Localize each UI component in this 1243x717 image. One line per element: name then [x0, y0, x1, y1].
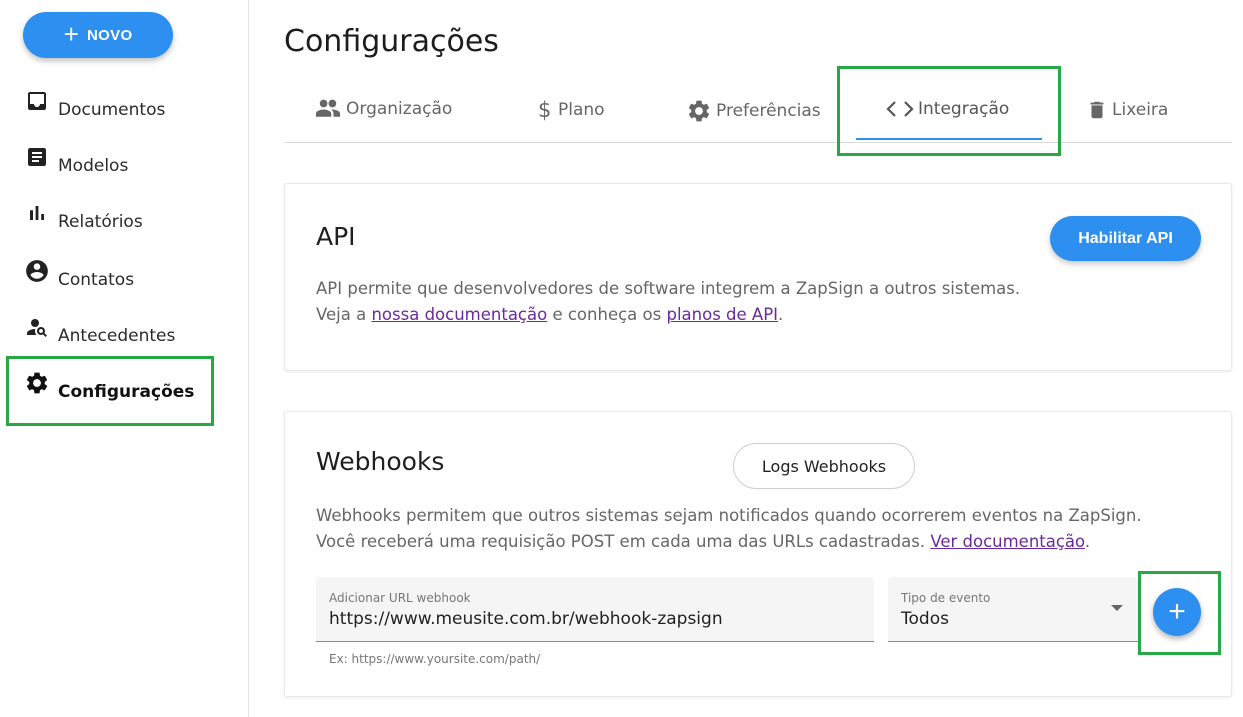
bar-chart-icon — [24, 200, 50, 226]
chevron-down-icon[interactable] — [1111, 605, 1123, 611]
tab-label: Plano — [558, 100, 605, 120]
sidebar-item-label: Modelos — [58, 156, 129, 176]
svg-text:$: $ — [538, 98, 551, 122]
event-type-label: Tipo de evento — [901, 591, 991, 605]
webhook-url-label: Adicionar URL webhook — [329, 591, 471, 605]
webhooks-card: Webhooks Logs Webhooks Webhooks permitem… — [284, 411, 1232, 697]
webhook-url-hint: Ex: https://www.yoursite.com/path/ — [329, 652, 541, 666]
webhooks-card-title: Webhooks — [316, 447, 445, 476]
enable-api-button[interactable]: Habilitar API — [1050, 216, 1201, 261]
settings-tabs: Organização $ Plano Preferências Integra… — [284, 88, 1232, 143]
sidebar-item-contatos[interactable]: Contatos — [24, 258, 134, 290]
sidebar-item-antecedentes[interactable]: Antecedentes — [24, 314, 175, 346]
webhooks-description-line2: Você receberá uma requisição POST em cad… — [316, 529, 1142, 555]
api-card: API Habilitar API API permite que desenv… — [284, 183, 1232, 371]
plus-icon: + — [63, 19, 80, 49]
api-card-title: API — [316, 222, 356, 251]
webhooks-description-text: . — [1084, 532, 1091, 551]
webhooks-description-text: Você receberá uma requisição POST em cad… — [316, 532, 931, 551]
event-type-select[interactable]: Tipo de evento Todos — [888, 577, 1138, 642]
dollar-icon: $ — [534, 98, 554, 122]
sidebar-item-label: Contatos — [58, 270, 135, 290]
api-description: API permite que desenvolvedores de softw… — [316, 276, 1020, 328]
inbox-icon — [24, 88, 50, 114]
sidebar-item-documentos[interactable]: Documentos — [24, 88, 165, 120]
gear-icon — [686, 98, 712, 124]
document-icon — [24, 144, 50, 170]
new-button-label: NOVO — [87, 26, 133, 44]
logs-webhooks-button[interactable]: Logs Webhooks — [733, 443, 915, 489]
tab-preferencias[interactable]: Preferências — [686, 98, 821, 124]
sidebar-item-label: Antecedentes — [58, 326, 176, 346]
sidebar-item-modelos[interactable]: Modelos — [24, 144, 128, 176]
people-icon — [314, 98, 342, 120]
webhook-url-field[interactable]: Adicionar URL webhook https://www.meusit… — [316, 577, 874, 642]
api-description-text: e conheça os — [547, 305, 667, 324]
tab-lixeira[interactable]: Lixeira — [1086, 98, 1168, 122]
tab-label: Lixeira — [1112, 100, 1169, 120]
webhooks-description: Webhooks permitem que outros sistemas se… — [316, 503, 1142, 555]
api-plans-link[interactable]: planos de API — [666, 305, 778, 324]
api-description-text: Veja a — [316, 305, 372, 324]
person-search-icon — [24, 314, 50, 340]
api-description-line1: API permite que desenvolvedores de softw… — [316, 279, 1021, 298]
api-description-text: . — [778, 305, 784, 324]
page-title: Configurações — [284, 24, 499, 59]
event-type-value: Todos — [901, 609, 949, 629]
highlight-box-tab — [837, 66, 1061, 156]
sidebar-item-label: Documentos — [58, 100, 166, 120]
api-description-line2: Veja a nossa documentação e conheça os p… — [316, 302, 1020, 328]
sidebar-item-relatorios[interactable]: Relatórios — [24, 200, 143, 232]
tab-label: Organização — [346, 99, 453, 119]
trash-icon — [1086, 98, 1108, 122]
sidebar-item-label: Relatórios — [58, 212, 143, 232]
tab-label: Preferências — [716, 101, 821, 121]
tab-plano[interactable]: $ Plano — [534, 98, 605, 122]
new-button[interactable]: + NOVO — [23, 12, 173, 58]
tab-organizacao[interactable]: Organização — [314, 98, 452, 120]
highlight-box-add — [1138, 571, 1221, 655]
api-docs-link[interactable]: nossa documentação — [371, 305, 547, 324]
webhooks-description-line1: Webhooks permitem que outros sistemas se… — [316, 506, 1142, 525]
account-circle-icon — [24, 258, 50, 284]
highlight-box-sidebar — [6, 356, 214, 426]
webhooks-docs-link[interactable]: Ver documentação — [930, 532, 1085, 551]
webhook-url-input[interactable]: https://www.meusite.com.br/webhook-zapsi… — [329, 609, 723, 629]
